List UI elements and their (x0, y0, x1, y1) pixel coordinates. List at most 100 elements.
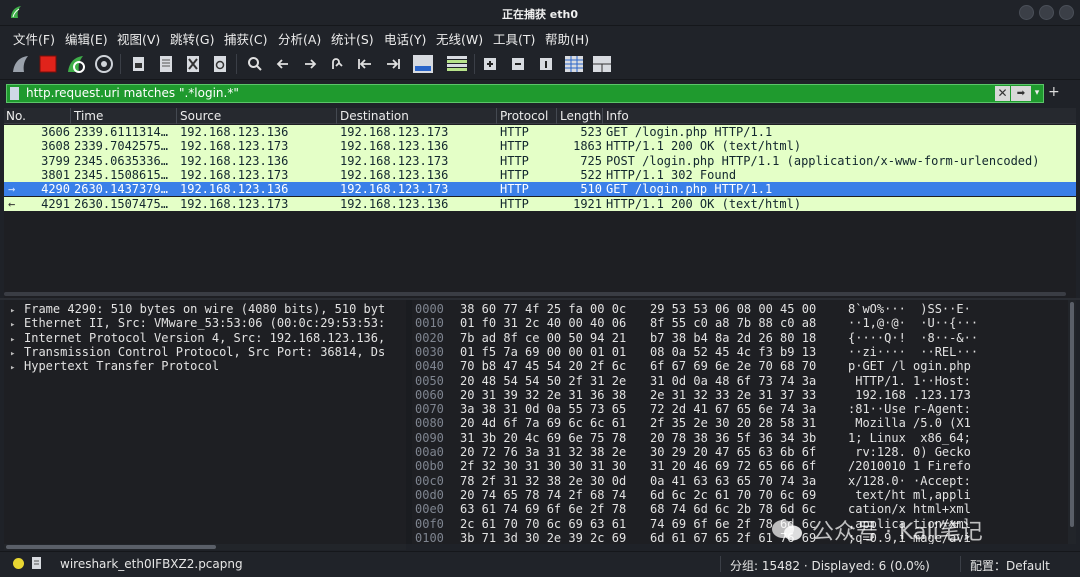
zoom-out-icon[interactable] (507, 53, 529, 75)
display-filter-input[interactable]: http.request.uri matches ".*login.*" ✕ ➡… (6, 84, 1044, 103)
minimize-button[interactable] (1019, 5, 1034, 20)
packet-list[interactable]: No. Time Source Destination Protocol Len… (4, 108, 1076, 298)
hex-row[interactable]: 0080 20 4d 6f 7a 69 6c 6c 61 2f 35 2e 30 2… (412, 416, 1068, 430)
hex-row[interactable]: 0010 01 f0 31 2c 40 00 40 06 8f 55 c0 a8 7… (412, 316, 1068, 330)
packet-details-pane[interactable]: ▸ Frame 4290: 510 bytes on wire (4080 bit… (4, 300, 406, 544)
bytes-scrollbar[interactable] (1068, 300, 1076, 544)
layout-icon[interactable] (590, 53, 614, 75)
packet-time: 2630.1507475… (74, 196, 168, 211)
packet-bytes-pane[interactable]: 0000 38 60 77 4f 25 fa 00 0c 29 53 53 06 0… (412, 300, 1068, 544)
menu-tools[interactable]: 工具(T) (493, 29, 535, 48)
hex-bytes-left: 20 31 39 32 2e 31 36 38 (460, 387, 627, 402)
menu-wireless[interactable]: 无线(W) (436, 29, 483, 48)
zoom-in-icon[interactable] (479, 53, 501, 75)
autoscroll-icon[interactable] (410, 53, 436, 75)
hex-row[interactable]: 00c0 78 2f 31 32 38 2e 30 0d 0a 41 63 63 6… (412, 474, 1068, 488)
hex-row[interactable]: 0000 38 60 77 4f 25 fa 00 0c 29 53 53 06 0… (412, 302, 1068, 316)
packet-list-scrollbar[interactable] (4, 292, 1066, 296)
hex-row[interactable]: 0060 20 31 39 32 2e 31 36 38 2e 31 32 33 2… (412, 388, 1068, 402)
filter-dropdown-icon[interactable]: ▾ (1032, 86, 1042, 101)
close-file-icon[interactable] (182, 53, 204, 75)
edit-comment-icon[interactable] (31, 556, 43, 570)
scrollbar-thumb[interactable] (6, 545, 216, 549)
packet-number: 3799 (41, 153, 70, 168)
menu-file[interactable]: 文件(F) (13, 29, 55, 48)
packet-row[interactable]: 3801 2345.1508615… 192.168.123.173 192.168.… (4, 167, 1076, 183)
save-file-icon[interactable] (155, 53, 177, 75)
go-to-packet-icon[interactable] (326, 53, 348, 75)
normal-size-icon[interactable] (535, 53, 557, 75)
resize-columns-icon[interactable] (562, 53, 586, 75)
packet-row[interactable]: → 4290 2630.1437379… 192.168.123.136 192.168… (4, 182, 1076, 197)
menu-telephony[interactable]: 电话(Y) (384, 29, 426, 48)
hex-row[interactable]: 0040 70 b8 47 45 54 20 2f 6c 6f 67 69 6e 2… (412, 359, 1068, 373)
hex-offset: 0000 (415, 302, 444, 316)
hex-row[interactable]: 00d0 20 74 65 78 74 2f 68 74 6d 6c 2c 61 7… (412, 488, 1068, 502)
packet-row[interactable]: 3799 2345.0635336… 192.168.123.136 192.168.… (4, 153, 1076, 168)
hex-row[interactable]: 0050 20 48 54 54 50 2f 31 2e 31 0d 0a 48 6… (412, 374, 1068, 388)
filter-text[interactable]: http.request.uri matches ".*login.*" (26, 86, 239, 100)
col-source[interactable]: Source (180, 109, 221, 123)
expand-arrow-icon[interactable]: ▸ (10, 361, 24, 375)
related-packet-marker-icon: → (8, 182, 16, 197)
restart-icon[interactable] (65, 53, 87, 75)
packet-row[interactable]: 3606 2339.6111314… 192.168.123.136 192.168.… (4, 125, 1076, 140)
hex-bytes-left: 31 3b 20 4c 69 6e 75 78 (460, 430, 627, 445)
hex-row[interactable]: 0030 01 f5 7a 69 00 00 01 01 08 0a 52 45 4… (412, 345, 1068, 359)
menu-capture[interactable]: 捕获(C) (224, 29, 267, 48)
hex-ascii: 192.168 .123.173 (848, 387, 971, 402)
menu-edit[interactable]: 编辑(E) (65, 29, 108, 48)
apply-filter-icon[interactable]: ➡ (1011, 86, 1031, 101)
back-arrow-icon[interactable] (272, 53, 294, 75)
packet-row[interactable]: 3608 2339.7042575… 192.168.123.173 192.168.… (4, 139, 1076, 154)
maximize-button[interactable] (1039, 5, 1054, 20)
detail-http[interactable]: ▸ Hypertext Transfer Protocol (10, 359, 219, 375)
open-file-icon[interactable] (128, 53, 150, 75)
col-info[interactable]: Info (606, 109, 629, 123)
col-time[interactable]: Time (74, 109, 103, 123)
hex-row[interactable]: 0020 7b ad 8f ce 00 50 94 21 b7 38 b4 8a 2… (412, 331, 1068, 345)
related-packet-marker-icon: ← (8, 196, 16, 211)
menu-analyze[interactable]: 分析(A) (278, 29, 321, 48)
menu-go[interactable]: 跳转(G) (170, 29, 214, 48)
packet-number: 3608 (41, 139, 70, 154)
expert-info-icon[interactable] (13, 558, 24, 569)
packet-row[interactable]: ← 4291 2630.1507475… 192.168.123.173 192.168… (4, 196, 1076, 211)
last-packet-icon[interactable] (382, 53, 404, 75)
menu-view[interactable]: 视图(V) (117, 29, 160, 48)
clear-filter-icon[interactable]: ✕ (995, 86, 1010, 101)
stop-square-icon[interactable] (37, 53, 59, 75)
hex-ascii: text/ht ml,appli (848, 487, 971, 502)
col-no[interactable]: No. (6, 109, 26, 123)
col-length[interactable]: Length (560, 109, 601, 123)
hex-row[interactable]: 0070 3a 38 31 0d 0a 55 73 65 72 2d 41 67 6… (412, 402, 1068, 416)
shark-fin-start-icon[interactable] (10, 53, 32, 75)
options-gear-icon[interactable] (93, 53, 115, 75)
col-destination[interactable]: Destination (340, 109, 409, 123)
menu-statistics[interactable]: 统计(S) (331, 29, 374, 48)
profile-selector[interactable]: 配置：Default (970, 557, 1050, 574)
hex-offset: 00c0 (415, 473, 444, 488)
bookmark-icon[interactable] (10, 87, 19, 100)
close-button[interactable] (1059, 5, 1074, 20)
hex-bytes-left: 01 f5 7a 69 00 00 01 01 (460, 344, 627, 359)
details-scrollbar[interactable] (4, 544, 406, 550)
hex-offset: 0070 (415, 402, 444, 417)
hex-bytes-left: 38 60 77 4f 25 fa 00 0c (460, 302, 627, 316)
scrollbar-thumb[interactable] (1070, 302, 1074, 527)
find-icon[interactable] (244, 53, 266, 75)
forward-arrow-icon[interactable] (299, 53, 321, 75)
first-packet-icon[interactable] (354, 53, 376, 75)
menu-help[interactable]: 帮助(H) (545, 29, 589, 48)
colorize-icon[interactable] (444, 53, 470, 75)
col-protocol[interactable]: Protocol (500, 109, 548, 123)
hex-offset: 0060 (415, 387, 444, 402)
reload-icon[interactable] (209, 53, 231, 75)
packet-list-header: No. Time Source Destination Protocol Len… (4, 108, 1076, 124)
hex-row[interactable]: 00b0 2f 32 30 31 30 30 31 30 31 20 46 69 7… (412, 459, 1068, 473)
hex-bytes-right: 30 29 20 47 65 63 6b 6f (650, 445, 817, 459)
add-filter-button[interactable]: + (1048, 84, 1060, 100)
hex-bytes-right: 31 0d 0a 48 6f 73 74 3a (650, 373, 817, 388)
hex-row[interactable]: 0090 31 3b 20 4c 69 6e 75 78 20 78 38 36 5… (412, 431, 1068, 445)
hex-row[interactable]: 00a0 20 72 76 3a 31 32 38 2e 30 29 20 47 6… (412, 445, 1068, 459)
